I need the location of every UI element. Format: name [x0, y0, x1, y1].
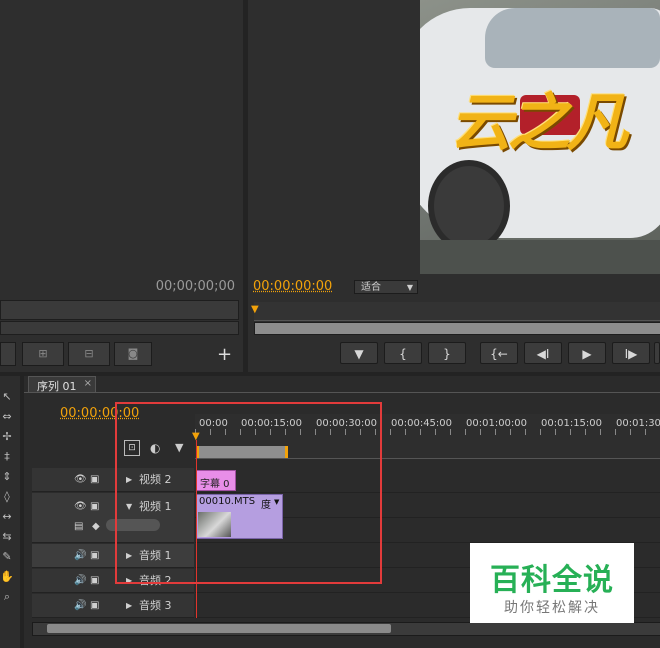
display-style-icon[interactable]: ▤ [74, 521, 83, 533]
ruler-label: 00:01:00:00 [466, 418, 528, 429]
source-monitor: 00;00;00;00 ⊞ ⊟ ◙ + [0, 0, 243, 372]
scrollbar-thumb[interactable] [47, 624, 391, 633]
timeline-tab-bar-line [24, 392, 660, 393]
car-shadow [420, 240, 660, 274]
filmstrip-icon[interactable]: ▣ [90, 474, 99, 486]
camera-icon[interactable]: ◙ [114, 342, 152, 366]
timeline-scrollbar[interactable] [32, 622, 660, 636]
waveform-icon[interactable]: ▣ [90, 575, 99, 587]
go-to-in-button[interactable]: {← [480, 342, 518, 364]
speaker-icon[interactable]: 🔊 [74, 575, 86, 587]
play-button[interactable]: ▶ [568, 342, 606, 364]
car-window [485, 8, 660, 68]
eye-icon[interactable]: 👁 [74, 501, 87, 513]
ruler-label: 00:01:30 [616, 418, 660, 429]
track-header: 🔊 ▣ ▶ 音频 3 [32, 594, 194, 618]
plus-icon[interactable]: + [217, 344, 232, 365]
close-icon[interactable]: × [84, 378, 92, 389]
overwrite-icon[interactable]: ⊟ [68, 342, 110, 366]
track-name: 音频 3 [139, 599, 172, 612]
source-scrollbar[interactable] [0, 321, 239, 335]
ruler-label: 00:01:15:00 [541, 418, 603, 429]
video-preview: 云之凡 [420, 0, 660, 274]
step-forward-button[interactable]: I▶ [612, 342, 650, 364]
fit-dropdown-label: 适合 [361, 282, 381, 293]
source-button-1[interactable] [0, 342, 16, 366]
track-select-tool-icon[interactable]: ⇔ [0, 410, 14, 424]
car-wheel [428, 160, 510, 252]
program-scrollbar[interactable] [254, 322, 660, 335]
program-monitor: 云之凡 00:00:00:00 适合 ▼ ▼ ▼ { } {← ◀I ▶ I▶ [248, 0, 660, 372]
waveform-icon[interactable]: ▣ [90, 600, 99, 612]
insert-icon[interactable]: ⊞ [22, 342, 64, 366]
source-ruler[interactable] [0, 300, 239, 320]
rolling-edit-tool-icon[interactable]: ‡ [0, 450, 14, 464]
step-back-button[interactable]: ◀I [524, 342, 562, 364]
mark-out-button[interactable]: } [428, 342, 466, 364]
selection-tool-icon[interactable]: ↖ [0, 390, 14, 404]
tab-sequence-01[interactable]: 序列 01 × [28, 376, 96, 393]
chevron-down-icon: ▼ [406, 283, 413, 292]
more-button[interactable] [654, 342, 660, 364]
keyframe-icon[interactable]: ◆ [92, 521, 100, 533]
mark-in-button[interactable]: { [384, 342, 422, 364]
filmstrip-icon[interactable]: ▣ [90, 501, 99, 513]
fit-dropdown[interactable]: 适合 ▼ [354, 280, 418, 294]
eye-icon[interactable]: 👁 [74, 474, 87, 486]
ripple-edit-tool-icon[interactable]: ✢ [0, 430, 14, 444]
program-ruler[interactable] [254, 302, 660, 321]
add-marker-button[interactable]: ▼ [340, 342, 378, 364]
watermark-subtitle: 助你轻松解决 [504, 600, 600, 616]
speaker-icon[interactable]: 🔊 [74, 550, 86, 562]
watermark-title: 百科全说 [490, 563, 614, 598]
program-timecode[interactable]: 00:00:00:00 [253, 279, 332, 294]
watermark: 百科全说 助你轻松解决 [470, 543, 634, 623]
title-overlay: 云之凡 [450, 86, 628, 159]
chevron-right-icon[interactable]: ▶ [126, 600, 132, 612]
program-playhead-icon[interactable]: ▼ [251, 304, 259, 315]
source-timecode: 00;00;00;00 [155, 279, 235, 294]
waveform-icon[interactable]: ▣ [90, 550, 99, 562]
highlight-box [115, 402, 382, 584]
speaker-icon[interactable]: 🔊 [74, 600, 86, 612]
ruler-label: 00:00:45:00 [391, 418, 453, 429]
